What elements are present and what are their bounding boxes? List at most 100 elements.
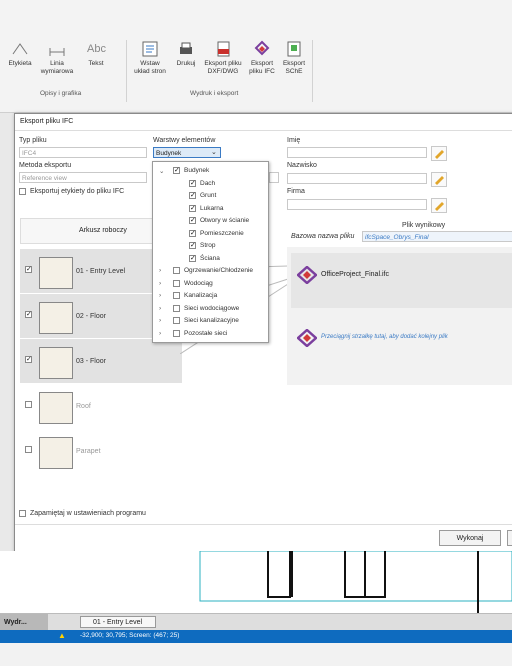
ifc-logo-icon: [297, 266, 317, 284]
ribbon: Etykieta Linia wymiarowa Abc Tekst Wstaw…: [0, 0, 512, 113]
layer-checkbox[interactable]: ✓: [189, 229, 196, 237]
chevron-right-icon[interactable]: ›: [159, 330, 161, 337]
sheet-row[interactable]: ✓ 03 - Floor: [20, 339, 182, 383]
layer-item[interactable]: › Pozostałe sieci: [153, 328, 268, 341]
layer-label: Dach: [200, 179, 216, 187]
layer-item[interactable]: ⌄ ✓ Budynek: [153, 165, 268, 178]
layer-item[interactable]: › Sieci wodociągowe: [153, 303, 268, 316]
layer-checkbox[interactable]: [173, 279, 180, 287]
floorplan-thumbnail-icon: [39, 437, 73, 469]
execute-button[interactable]: Wykonaj: [439, 530, 501, 546]
sheet-name: 03 - Floor: [76, 358, 106, 365]
layer-item[interactable]: ✓ Strop: [153, 240, 268, 253]
company-input[interactable]: [287, 199, 427, 210]
chevron-right-icon[interactable]: ›: [159, 317, 161, 324]
ribbon-label: Linia wymiarowa: [40, 60, 74, 75]
export-labels-label: Eksportuj etykiety do pliku IFC: [30, 188, 125, 195]
ribbon-label: Etykieta: [8, 60, 32, 67]
drawing-canvas[interactable]: [0, 550, 512, 613]
dialog-title: Eksport pliku IFC: [20, 118, 74, 125]
layer-item[interactable]: › Ogrzewanie/Chłodzenie: [153, 265, 268, 278]
remember-label: Zapamiętaj w ustawieniach programu: [30, 510, 146, 517]
sheet-checkbox[interactable]: [25, 446, 32, 453]
dimension-line-button[interactable]: Linia wymiarowa: [38, 40, 76, 76]
drop-target[interactable]: Przeciągnij strzałkę tutaj, aby dodać ko…: [291, 313, 512, 368]
layer-checkbox[interactable]: [173, 267, 180, 274]
sheet-checkbox[interactable]: ✓: [25, 311, 32, 318]
base-name-input[interactable]: ifcSpace_Obrys_Final: [362, 231, 512, 242]
chevron-down-icon: ⌄: [211, 149, 217, 156]
export-ifc-icon: [253, 40, 271, 58]
export-sche-button[interactable]: Eksport SChE: [280, 40, 308, 76]
layer-label: Lukarna: [200, 204, 224, 212]
layer-item[interactable]: ✓ Pomieszczenie: [153, 228, 268, 241]
layer-checkbox[interactable]: ✓: [189, 254, 196, 262]
layer-checkbox[interactable]: [173, 329, 180, 337]
sheet-checkbox[interactable]: [25, 401, 32, 408]
floorplan-drawing: [199, 550, 512, 613]
ribbon-label: Eksport pliku IFC: [249, 60, 275, 75]
edit-surname-button[interactable]: [431, 172, 447, 187]
insert-layout-button[interactable]: Wstaw układ stron: [130, 40, 170, 76]
layer-checkbox[interactable]: ✓: [189, 204, 196, 212]
tab-print[interactable]: Wydr...: [0, 614, 48, 631]
group-label: Opisy i grafika: [40, 90, 82, 97]
layer-item[interactable]: ✓ Otwory w ścianie: [153, 215, 268, 228]
export-dxf-button[interactable]: Eksport pliku DXF/DWG: [201, 40, 245, 76]
output-file-entry[interactable]: OfficeProject_Final.ifc: [291, 253, 512, 308]
tab-level[interactable]: 01 - Entry Level: [80, 616, 156, 628]
layer-checkbox[interactable]: [173, 317, 180, 324]
chevron-right-icon[interactable]: ›: [159, 305, 161, 312]
file-type-select[interactable]: IFC4: [19, 147, 147, 158]
chevron-right-icon[interactable]: ›: [159, 292, 161, 299]
export-labels-checkbox[interactable]: [19, 188, 26, 195]
method-select[interactable]: Reference view: [19, 172, 147, 183]
edit-company-button[interactable]: [431, 198, 447, 213]
layer-checkbox[interactable]: ✓: [189, 242, 196, 249]
surname-input[interactable]: [287, 173, 427, 184]
company-label: Firma: [287, 188, 305, 195]
layer-item[interactable]: ✓ Grunt: [153, 190, 268, 203]
sheet-row[interactable]: Roof: [20, 384, 182, 428]
layer-item[interactable]: ✓ Dach: [153, 178, 268, 191]
chevron-right-icon[interactable]: ›: [159, 280, 161, 287]
pencil-icon: [435, 202, 444, 211]
layer-checkbox[interactable]: ✓: [173, 167, 180, 174]
remember-checkbox[interactable]: [19, 510, 26, 517]
layer-checkbox[interactable]: ✓: [189, 179, 196, 187]
sheet-row[interactable]: Parapet: [20, 429, 182, 473]
sheet-name: 02 - Floor: [76, 313, 106, 320]
name-input[interactable]: [287, 147, 427, 158]
text-button[interactable]: Abc Tekst: [82, 40, 110, 68]
pencil-icon: [435, 176, 444, 185]
layer-checkbox[interactable]: [173, 304, 180, 312]
layer-item[interactable]: › Wodociąg: [153, 278, 268, 291]
insert-layout-icon: [141, 40, 159, 58]
sheet-name: Parapet: [76, 448, 101, 455]
chevron-down-icon[interactable]: ⌄: [159, 167, 164, 175]
layer-checkbox[interactable]: ✓: [189, 217, 196, 224]
layer-checkbox[interactable]: [173, 292, 180, 299]
layer-item[interactable]: ✓ Lukarna: [153, 203, 268, 216]
print-button[interactable]: Drukuj: [172, 40, 200, 68]
edit-name-button[interactable]: [431, 146, 447, 161]
surname-label: Nazwisko: [287, 162, 317, 169]
layer-label: Ściana: [200, 254, 220, 262]
ribbon-label: Drukuj: [176, 60, 196, 67]
sheet-checkbox[interactable]: ✓: [25, 356, 32, 363]
status-bar: ▲ -32,900; 30,795; Screen: (467; 25): [0, 630, 512, 643]
export-ifc-button[interactable]: Eksport pliku IFC: [246, 40, 278, 76]
name-label: Imię: [287, 137, 301, 144]
method-label: Metoda eksportu: [19, 162, 72, 169]
output-file-label: Plik wynikowy: [402, 222, 446, 229]
layer-item[interactable]: › Sieci kanalizacyjne: [153, 315, 268, 328]
layer-label: Otwory w ścianie: [200, 217, 250, 224]
cancel-button[interactable]: [507, 530, 512, 546]
spinner[interactable]: [269, 172, 279, 183]
sheet-checkbox[interactable]: ✓: [25, 266, 32, 273]
layer-item[interactable]: › Kanalizacja: [153, 290, 268, 303]
chevron-right-icon[interactable]: ›: [159, 267, 161, 274]
label-button[interactable]: Etykieta: [6, 40, 34, 68]
layer-item[interactable]: ✓ Ściana: [153, 253, 268, 266]
layer-checkbox[interactable]: ✓: [189, 192, 196, 199]
